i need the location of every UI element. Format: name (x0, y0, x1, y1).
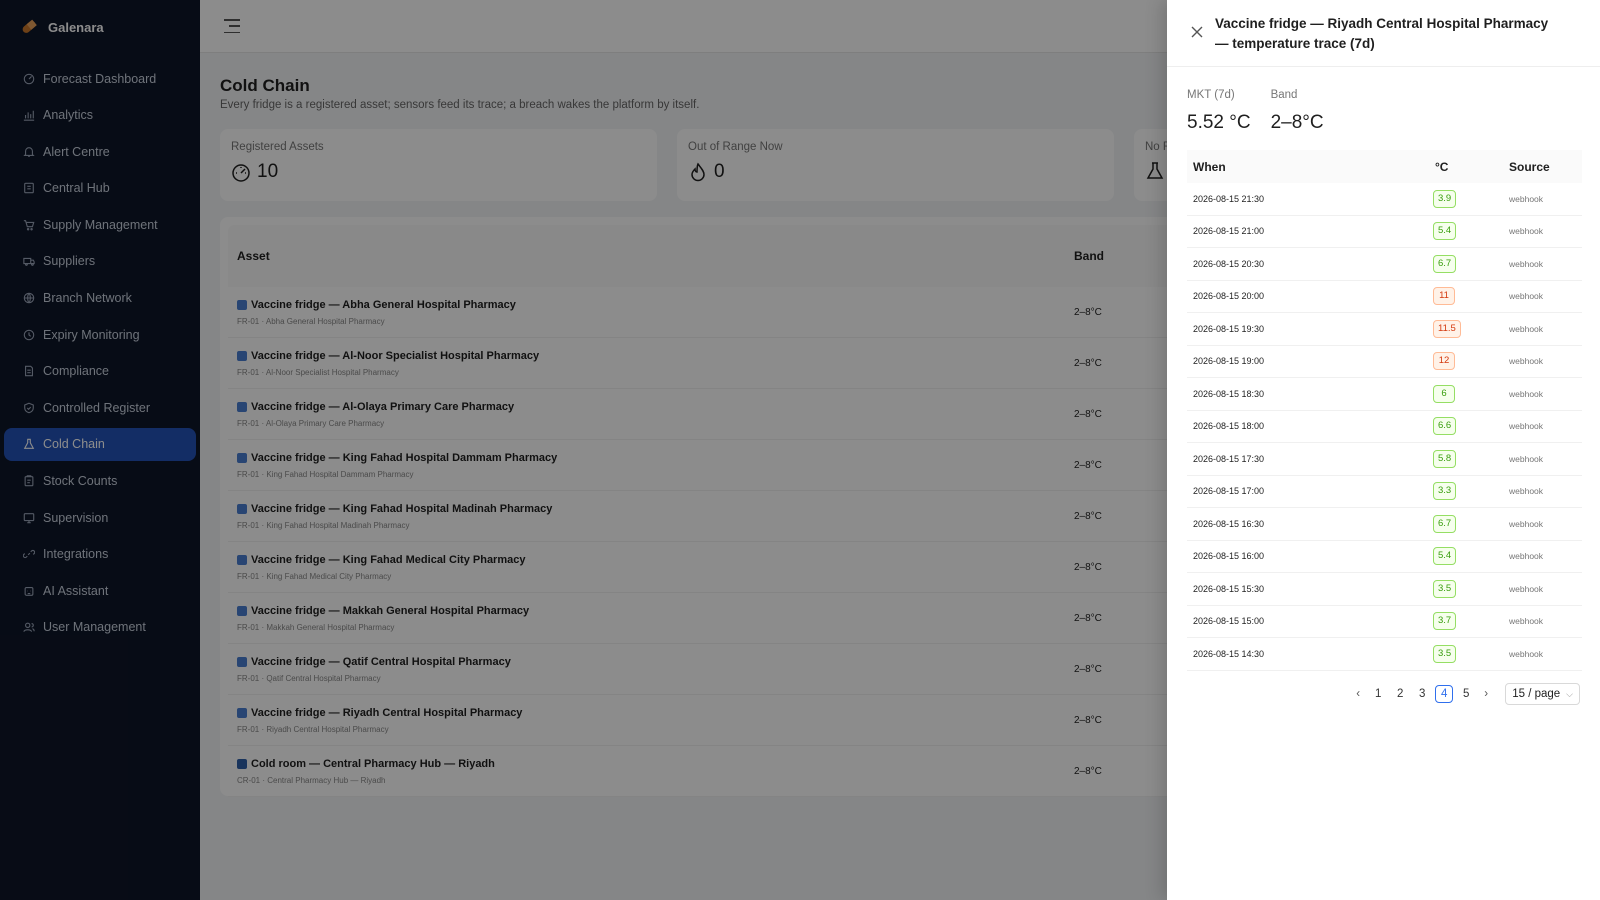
column-header-temp: °C (1435, 159, 1449, 174)
reading-source: webhook (1509, 453, 1544, 464)
drawer-stats: MKT (7d) 5.52 °C Band 2–8°C (1167, 67, 1600, 134)
table-row: 2026-08-15 15:30 3.5 webhook (1187, 573, 1582, 606)
temperature-badge: 5.8 (1433, 449, 1457, 468)
page-size-select[interactable]: 15 / page ⌵ (1505, 683, 1580, 705)
reading-time: 2026-08-15 16:00 (1193, 551, 1265, 562)
temperature-badge: 5.4 (1433, 222, 1457, 241)
band-label: Band (1270, 89, 1298, 101)
table-row: 2026-08-15 14:30 3.5 webhook (1187, 638, 1582, 671)
table-row: 2026-08-15 20:00 11 webhook (1187, 281, 1582, 313)
reading-source: webhook (1509, 648, 1544, 659)
reading-time: 2026-08-15 21:00 (1193, 226, 1265, 237)
table-row: 2026-08-15 16:30 6.7 webhook (1187, 508, 1582, 541)
drawer-header: Vaccine fridge — Riyadh Central Hospital… (1167, 0, 1600, 67)
reading-source: webhook (1509, 486, 1544, 497)
mkt-value: 5.52 °C (1187, 112, 1251, 133)
column-header-when: When (1193, 159, 1226, 174)
prev-page-icon[interactable]: ‹ (1351, 685, 1365, 703)
page-5-button[interactable]: 5 (1457, 685, 1475, 703)
table-row: 2026-08-15 15:00 3.7 webhook (1187, 606, 1582, 638)
reading-source: webhook (1509, 258, 1544, 269)
reading-source: webhook (1509, 323, 1544, 334)
mkt-stat: MKT (7d) 5.52 °C (1187, 89, 1251, 134)
table-row: 2026-08-15 19:30 11.5 webhook (1187, 313, 1582, 346)
reading-time: 2026-08-15 21:30 (1193, 193, 1265, 204)
reading-source: webhook (1509, 551, 1544, 562)
next-page-icon[interactable]: › (1479, 685, 1493, 703)
temperature-badge: 3.3 (1433, 482, 1457, 501)
drawer-title: Vaccine fridge — Riyadh Central Hospital… (1215, 16, 1549, 51)
reading-source: webhook (1509, 226, 1544, 237)
reading-source: webhook (1509, 193, 1544, 204)
reading-time: 2026-08-15 19:00 (1193, 356, 1265, 367)
reading-source: webhook (1509, 616, 1544, 627)
table-row: 2026-08-15 18:00 6.6 webhook (1187, 411, 1582, 443)
band-value: 2–8°C (1270, 112, 1324, 133)
reading-source: webhook (1509, 518, 1544, 529)
reading-source: webhook (1509, 583, 1544, 594)
temperature-badge: 3.7 (1433, 612, 1457, 631)
temperature-badge: 11 (1433, 287, 1455, 306)
page-3-button[interactable]: 3 (1413, 685, 1431, 703)
page-4-button[interactable]: 4 (1435, 685, 1454, 703)
close-icon[interactable] (1189, 24, 1205, 40)
reading-time: 2026-08-15 14:30 (1193, 648, 1265, 659)
reading-time: 2026-08-15 18:00 (1193, 421, 1265, 432)
band-stat: Band 2–8°C (1271, 89, 1324, 134)
page-2-button[interactable]: 2 (1391, 685, 1409, 703)
reading-time: 2026-08-15 15:30 (1193, 583, 1265, 594)
temperature-badge: 11.5 (1433, 319, 1461, 338)
page-size-value: 15 / page (1512, 688, 1561, 700)
mkt-label: MKT (7d) (1187, 89, 1235, 101)
table-row: 2026-08-15 21:30 3.9 webhook (1187, 183, 1582, 216)
modal-overlay[interactable] (0, 0, 1167, 900)
reading-time: 2026-08-15 19:30 (1193, 323, 1265, 334)
trace-table-header: When °C Source (1187, 150, 1582, 183)
temperature-badge: 6.7 (1433, 514, 1457, 533)
reading-time: 2026-08-15 16:30 (1193, 518, 1265, 529)
pagination: ‹ 12345 › 15 / page ⌵ (1351, 683, 1580, 705)
table-row: 2026-08-15 21:00 5.4 webhook (1187, 216, 1582, 248)
reading-source: webhook (1509, 388, 1544, 399)
table-row: 2026-08-15 18:30 6 webhook (1187, 378, 1582, 411)
temperature-badge: 6.6 (1433, 417, 1457, 436)
table-row: 2026-08-15 17:30 5.8 webhook (1187, 443, 1582, 476)
temperature-badge: 6 (1433, 384, 1455, 403)
trace-table: When °C Source 2026-08-15 21:30 3.9 webhoo… (1187, 150, 1582, 671)
reading-source: webhook (1509, 421, 1544, 432)
page-1-button[interactable]: 1 (1369, 685, 1387, 703)
temperature-badge: 12 (1433, 352, 1455, 371)
column-header-source: Source (1509, 159, 1550, 174)
temperature-badge: 3.5 (1433, 644, 1457, 663)
temperature-badge: 3.5 (1433, 579, 1457, 598)
temperature-trace-drawer: Vaccine fridge — Riyadh Central Hospital… (1167, 0, 1600, 900)
table-row: 2026-08-15 20:30 6.7 webhook (1187, 248, 1582, 281)
reading-time: 2026-08-15 17:30 (1193, 453, 1265, 464)
table-row: 2026-08-15 17:00 3.3 webhook (1187, 476, 1582, 508)
reading-time: 2026-08-15 18:30 (1193, 388, 1265, 399)
reading-source: webhook (1509, 356, 1544, 367)
table-row: 2026-08-15 19:00 12 webhook (1187, 346, 1582, 378)
temperature-badge: 6.7 (1433, 254, 1457, 273)
table-row: 2026-08-15 16:00 5.4 webhook (1187, 541, 1582, 573)
temperature-badge: 3.9 (1433, 189, 1457, 208)
chevron-down-icon: ⌵ (1566, 688, 1573, 699)
temperature-badge: 5.4 (1433, 547, 1457, 566)
reading-time: 2026-08-15 20:00 (1193, 291, 1265, 302)
reading-time: 2026-08-15 20:30 (1193, 258, 1265, 269)
reading-time: 2026-08-15 17:00 (1193, 486, 1265, 497)
reading-source: webhook (1509, 291, 1544, 302)
reading-time: 2026-08-15 15:00 (1193, 616, 1265, 627)
